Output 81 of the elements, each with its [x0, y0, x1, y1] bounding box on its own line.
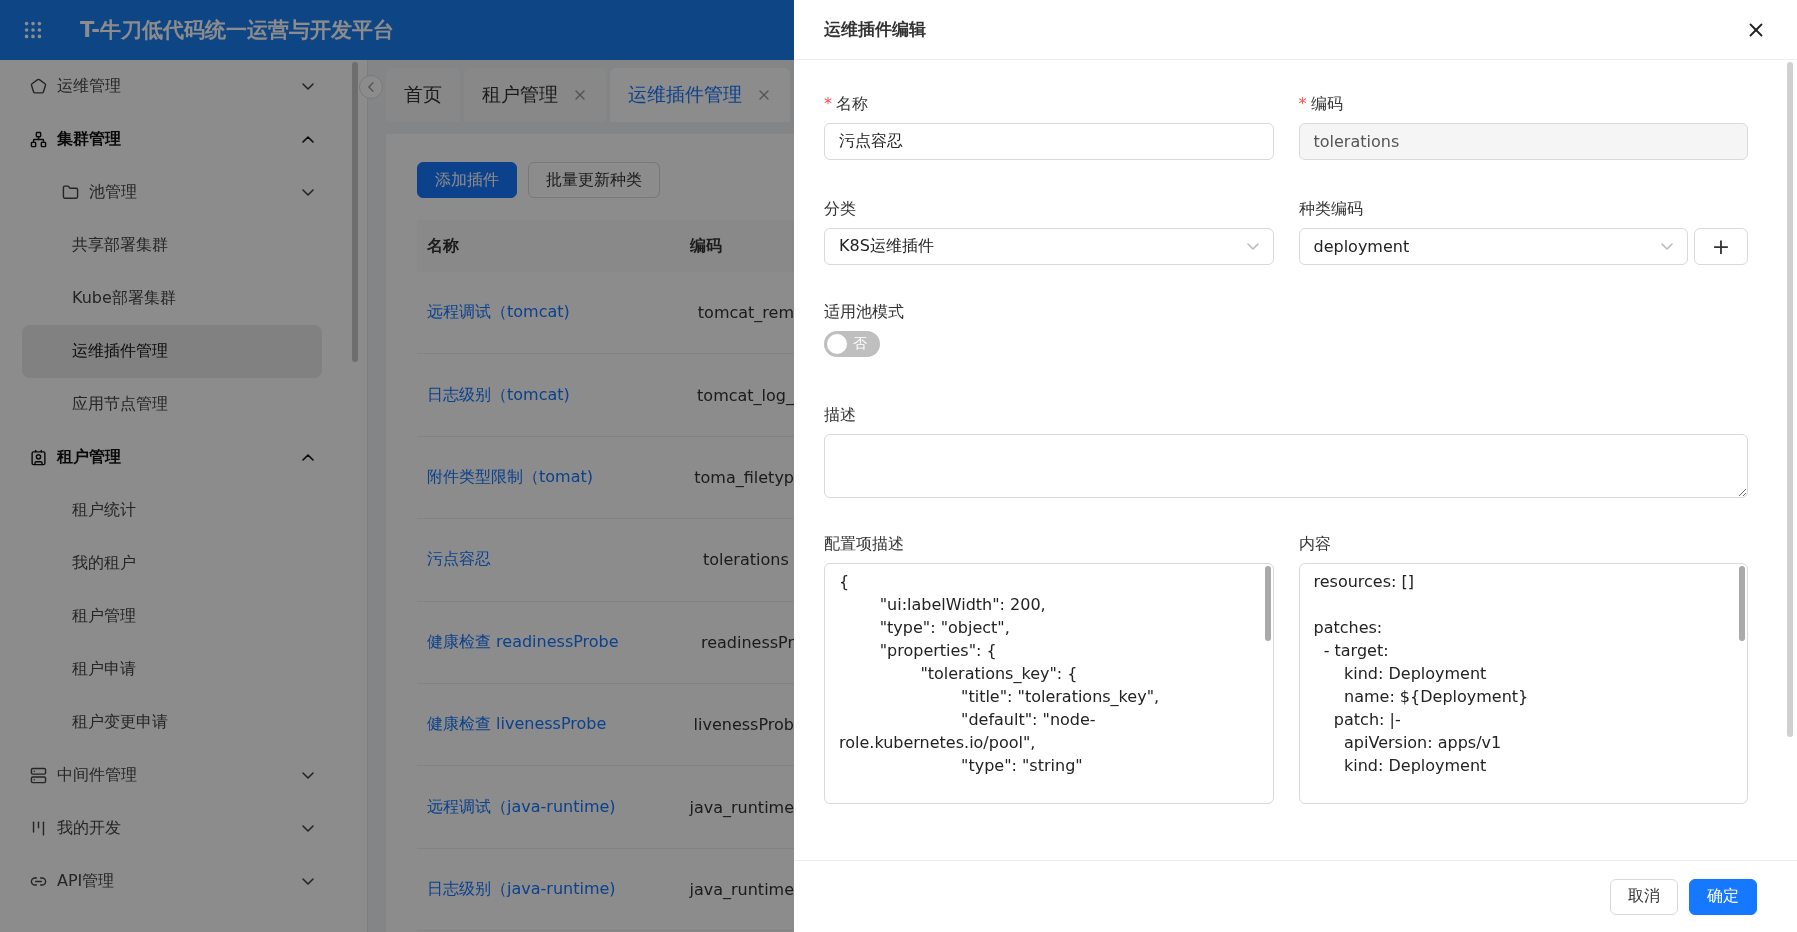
scrollbar-thumb[interactable]: [1739, 566, 1745, 641]
chevron-down-icon: [302, 83, 314, 90]
tab[interactable]: 首页: [386, 68, 460, 122]
field-label: 配置项描述: [824, 534, 905, 555]
tab[interactable]: 租户管理: [464, 68, 606, 122]
sidebar-item[interactable]: 租户变更申请: [22, 696, 322, 749]
sidebar-group[interactable]: 池管理: [22, 166, 322, 219]
table-cell-text: livenessProb: [692, 715, 794, 735]
batch-update-button[interactable]: 批量更新种类: [528, 162, 660, 198]
table-cell-text: tomcat_rem: [696, 303, 794, 323]
table-cell-text: java_runtime: [688, 879, 794, 899]
chevron-up-icon: [302, 136, 314, 143]
field-label: 适用池模式: [824, 302, 905, 323]
name-link[interactable]: 附件类型限制（tomat): [417, 466, 685, 488]
menu-icon: [30, 131, 47, 148]
field-label: * 编码: [1298, 94, 1344, 115]
name-link[interactable]: 日志级别（tomcat): [417, 384, 688, 406]
sidebar-item[interactable]: 共享部署集群: [22, 219, 322, 272]
table-cell-text: java_runtime: [688, 797, 794, 817]
menu-icon: [30, 767, 47, 784]
scrollbar-thumb[interactable]: [352, 62, 358, 362]
column-header: 名称: [426, 235, 460, 257]
sidebar-item[interactable]: 租户统计: [22, 484, 322, 537]
chevron-down-icon: [302, 189, 314, 196]
menu-icon: [30, 820, 47, 837]
name-link[interactable]: 健康检查 livenessProbe: [417, 714, 684, 736]
scrollbar-thumb[interactable]: [1264, 566, 1271, 641]
name-link[interactable]: 健康检查 readinessProbe: [417, 631, 691, 653]
folder-icon: [62, 184, 79, 201]
sidebar-item[interactable]: 租户申请: [22, 643, 322, 696]
sidebar-item[interactable]: 应用节点管理: [22, 378, 322, 431]
field-label: 描述: [824, 405, 857, 426]
sidebar-item[interactable]: 我的租户: [22, 537, 322, 590]
table-cell-text: readinessPr: [699, 632, 794, 652]
chevron-down-icon: [1661, 243, 1673, 250]
confirm-button[interactable]: 确定: [1689, 878, 1757, 915]
menu-icon: [30, 449, 47, 466]
sidebar-item[interactable]: Kube部署集群: [22, 272, 322, 325]
sidebar-group[interactable]: API管理: [22, 855, 322, 908]
code-textarea[interactable]: { "ui:labelWidth": 200, "type": "object", "properties": { "tolerations_key": { "title": "tolerations_key", "default": "node-role.kubernetes.io/pool", "type": "string": [824, 563, 1274, 804]
collapse-button[interactable]: [359, 75, 383, 99]
sidebar-group[interactable]: 我的开发: [22, 802, 322, 855]
table-cell-text: tolerations: [702, 550, 789, 570]
sidebar-item[interactable]: 运维插件管理: [22, 325, 322, 378]
chevron-down-icon: [302, 878, 314, 885]
add-button[interactable]: 添加插件: [417, 162, 517, 198]
field-label: * 名称: [824, 94, 869, 115]
field-label: 分类: [824, 199, 857, 220]
chevron-left-icon: [368, 82, 374, 92]
name-link[interactable]: 远程调试（tomcat): [417, 302, 688, 324]
chevron-down-icon: [302, 772, 314, 779]
menu-icon: [30, 78, 47, 95]
chevron-down-icon: [302, 825, 314, 832]
field-label: 种类编码: [1298, 199, 1364, 220]
sidebar-group[interactable]: 中间件管理: [22, 749, 322, 802]
sidebar-group[interactable]: 运维管理: [22, 60, 322, 113]
name-link[interactable]: 远程调试（java-runtime): [417, 796, 680, 818]
tab[interactable]: 运维插件管理: [610, 68, 790, 122]
chevron-down-icon: [1246, 243, 1259, 250]
overlay-mask[interactable]: [0, 0, 794, 932]
sidebar-item[interactable]: 租户管理: [22, 590, 322, 643]
sidebar-group[interactable]: 租户管理: [22, 431, 322, 484]
sidebar-group[interactable]: 集群管理: [22, 113, 322, 166]
name-link[interactable]: 污点容忍: [417, 549, 693, 571]
add-button[interactable]: +: [1694, 228, 1748, 265]
scrollbar-thumb[interactable]: [1787, 62, 1793, 737]
cancel-button[interactable]: 取消: [1610, 878, 1678, 915]
input-field[interactable]: 污点容忍: [824, 123, 1274, 160]
select-field[interactable]: K8S运维插件: [824, 228, 1274, 265]
table-cell-text: toma_filetyp: [693, 467, 794, 487]
description-field[interactable]: [824, 434, 1748, 498]
app-grid-icon[interactable]: [22, 19, 44, 41]
code-textarea[interactable]: resources: [] patches: - target: kind: Deployment name: ${Deployment} patch: |- apiVersion: apps/v1 kind: Deployment: [1298, 563, 1748, 804]
table-cell-text: tomcat_log_: [696, 385, 794, 405]
name-link[interactable]: 日志级别（java-runtime): [417, 878, 680, 900]
drawer-title: 运维插件编辑: [824, 18, 926, 41]
field-label: 内容: [1298, 534, 1332, 555]
select-field[interactable]: deployment: [1298, 228, 1688, 265]
column-header: 编码: [688, 235, 723, 257]
app-title: T-牛刀低代码统一运营与开发平台: [80, 17, 394, 44]
chevron-up-icon: [302, 454, 314, 461]
